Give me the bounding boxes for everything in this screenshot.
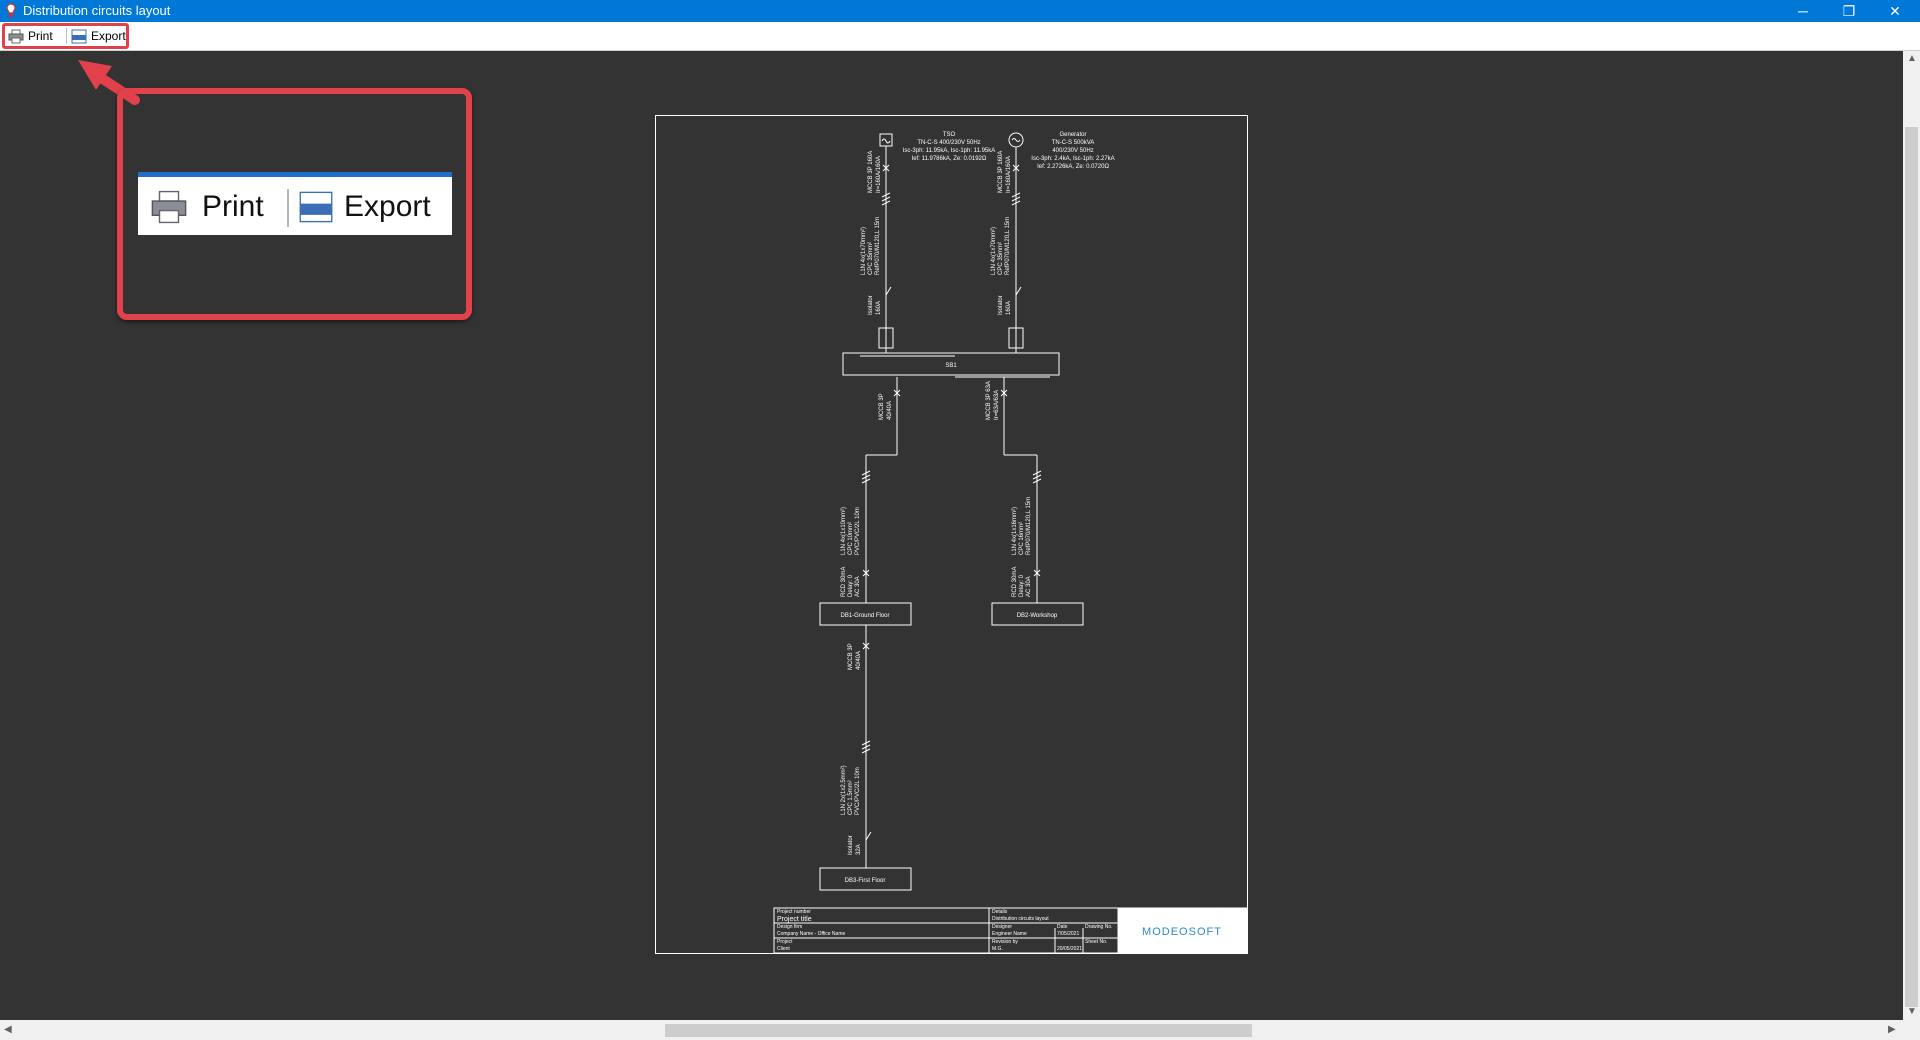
src-breaker-right-2: Ir=160A/160A bbox=[1006, 156, 1012, 193]
sub-breaker-1: MCCB 3P bbox=[848, 643, 854, 670]
feed-cable-right-3: RefP070/M120,L 15m bbox=[1026, 497, 1032, 555]
sub-isolator-1: Isolator bbox=[848, 835, 854, 855]
tb-date2: 20/05/2021 bbox=[1057, 946, 1082, 952]
drawing-sheet[interactable]: TSO TN-C-S 400/230V 50Hz Isc-3ph: 11.95k… bbox=[655, 115, 1248, 954]
rcd-right-2: Delay: 0 bbox=[1019, 574, 1025, 597]
tso-line-1: TN-C-S 400/230V 50Hz bbox=[917, 140, 980, 146]
tb-sheet-label: Sheet No. bbox=[1085, 939, 1107, 945]
src-isolator-left-2: 160A bbox=[876, 301, 882, 315]
title-bar: Distribution circuits layout ─ ❐ ✕ bbox=[0, 0, 1920, 22]
tb-company: Company Name - Office Name bbox=[777, 931, 845, 937]
feed-cable-right-2: CPC 16mm² bbox=[1019, 522, 1025, 555]
zoomed-export-label: Export bbox=[344, 190, 431, 223]
src-cable-right-2: CPC 35mm² bbox=[998, 242, 1004, 275]
feed-breaker-left-2: 40/40A bbox=[887, 401, 893, 420]
src-cable-left-3: RefP070/M120,L 15m bbox=[875, 217, 881, 275]
db3-label: DB3-First Floor bbox=[845, 878, 886, 884]
feed-cable-left-1: L1N 4x(1x10mm²) bbox=[841, 507, 847, 555]
feed-breaker-right-1: MCCB 3P 63A bbox=[986, 381, 992, 420]
src-breaker-left-2: Ir=160A/160A bbox=[876, 156, 882, 193]
gen-title: Generator bbox=[1059, 132, 1086, 138]
tb-details-label: Details bbox=[992, 909, 1008, 915]
sub-cable-2: CPC 1.5mm² bbox=[848, 780, 854, 815]
src-cable-left-2: CPC 35mm² bbox=[868, 242, 874, 275]
tb-design-firm-label: Design firm bbox=[777, 924, 802, 930]
toolbar: Print Export bbox=[0, 22, 1920, 51]
modeosoft-logo: MODEOSOFT bbox=[1142, 926, 1222, 938]
sub-cable-1: L1N 2x(1x2.5mm²) bbox=[841, 765, 847, 815]
horizontal-scrollbar[interactable]: ◀ ▶ bbox=[0, 1020, 1903, 1040]
close-button[interactable]: ✕ bbox=[1872, 0, 1918, 22]
vertical-scrollbar[interactable]: ▲ ▼ bbox=[1903, 51, 1920, 1021]
tso-line-2: Isc-3ph: 11.95kA, Isc-1ph: 11.95kA bbox=[903, 148, 996, 154]
src-isolator-right-1: Isolator bbox=[998, 295, 1004, 315]
src-breaker-left-1: MCCB 3P 160A bbox=[868, 151, 874, 193]
horizontal-scroll-thumb[interactable] bbox=[665, 1024, 1252, 1037]
sub-isolator-2: 32A bbox=[856, 844, 862, 855]
tb-revision-label: Revision by bbox=[992, 939, 1018, 945]
scroll-right-icon[interactable]: ▶ bbox=[1888, 1024, 1896, 1035]
db1-label: DB1-Ground Floor bbox=[840, 613, 889, 619]
tb-project-number-label: Project number bbox=[777, 909, 811, 915]
src-breaker-right-1: MCCB 3P 160A bbox=[998, 151, 1004, 193]
scroll-left-icon[interactable]: ◀ bbox=[4, 1024, 12, 1035]
printer-icon bbox=[151, 190, 187, 224]
scroll-up-icon[interactable]: ▲ bbox=[1907, 53, 1917, 64]
vertical-scroll-thumb[interactable] bbox=[1905, 127, 1918, 1007]
tb-drawing-label: Drawing No. bbox=[1085, 924, 1113, 930]
scroll-down-icon[interactable]: ▼ bbox=[1907, 1006, 1917, 1017]
tb-project-label: Project bbox=[777, 939, 793, 945]
tb-project-title: Project title bbox=[777, 916, 812, 923]
zoomed-separator bbox=[287, 189, 289, 227]
gen-line-1: TN-C-S 500kVA bbox=[1052, 140, 1095, 146]
feed-cable-left-2: CPC 10mm² bbox=[848, 522, 854, 555]
zoomed-print-label: Print bbox=[202, 190, 264, 223]
src-isolator-right-2: 160A bbox=[1006, 301, 1012, 315]
tb-designer-label: Designer bbox=[992, 924, 1012, 930]
src-isolator-left-1: Isolator bbox=[868, 295, 874, 315]
maximize-button[interactable]: ❐ bbox=[1826, 0, 1872, 22]
minimize-button[interactable]: ─ bbox=[1780, 0, 1826, 22]
src-cable-right-1: L1N 4x(1x70mm²) bbox=[991, 227, 997, 275]
tb-client: Client bbox=[777, 946, 790, 952]
tb-revision: M.G. bbox=[992, 946, 1003, 952]
rcd-left-3: AC 30A bbox=[855, 576, 861, 597]
feed-breaker-left-1: MCCB 3P bbox=[879, 393, 885, 420]
rcd-right-3: AC 30A bbox=[1026, 576, 1032, 597]
gen-line-4: Ief: 2.2726kA, Ze: 0.0720Ω bbox=[1037, 164, 1109, 170]
src-cable-right-3: RefP070/M120,L 15m bbox=[1005, 217, 1011, 275]
tb-date1: 7/05/2021 bbox=[1057, 931, 1079, 937]
feed-cable-left-3: PVC/PVC/2L 10m bbox=[855, 507, 861, 555]
db2-label: DB2-Workshop bbox=[1017, 613, 1058, 619]
zoomed-export-button: Export bbox=[298, 184, 431, 230]
gen-line-2: 400/230V 50Hz bbox=[1052, 148, 1093, 154]
gen-line-3: Isc-3ph: 2.4kA, Isc-1ph: 2.27kA bbox=[1031, 156, 1114, 162]
feed-breaker-right-2: Ir=63A/63A bbox=[994, 390, 1000, 420]
scrollbar-corner bbox=[1903, 1021, 1920, 1040]
sub-breaker-2: 40/40A bbox=[856, 651, 862, 670]
tb-date-label: Date bbox=[1057, 924, 1068, 930]
sb1-label: SB1 bbox=[945, 363, 957, 369]
zoomed-print-button: Print bbox=[150, 184, 264, 230]
rcd-right-1: RCD 30mA bbox=[1012, 567, 1018, 597]
sub-cable-3: PVC/PVC/2L 10m bbox=[855, 767, 861, 815]
zoomed-toolbar: Print Export bbox=[138, 172, 452, 235]
rcd-left-1: RCD 30mA bbox=[841, 567, 847, 597]
dxf-file-icon bbox=[299, 191, 333, 223]
tso-line-3: Ief: 11.9786kA, Ze: 0.0192Ω bbox=[912, 156, 987, 162]
feed-cable-right-1: L1N 4x(1x16mm²) bbox=[1012, 507, 1018, 555]
tb-designer: Engineer Name bbox=[992, 931, 1027, 937]
rcd-left-2: Delay: 0 bbox=[848, 574, 854, 597]
tb-details: Distribution circuits layout bbox=[992, 916, 1049, 922]
tso-title: TSO bbox=[943, 132, 956, 138]
src-cable-left-1: L1N 4x(1x70mm²) bbox=[861, 227, 867, 275]
